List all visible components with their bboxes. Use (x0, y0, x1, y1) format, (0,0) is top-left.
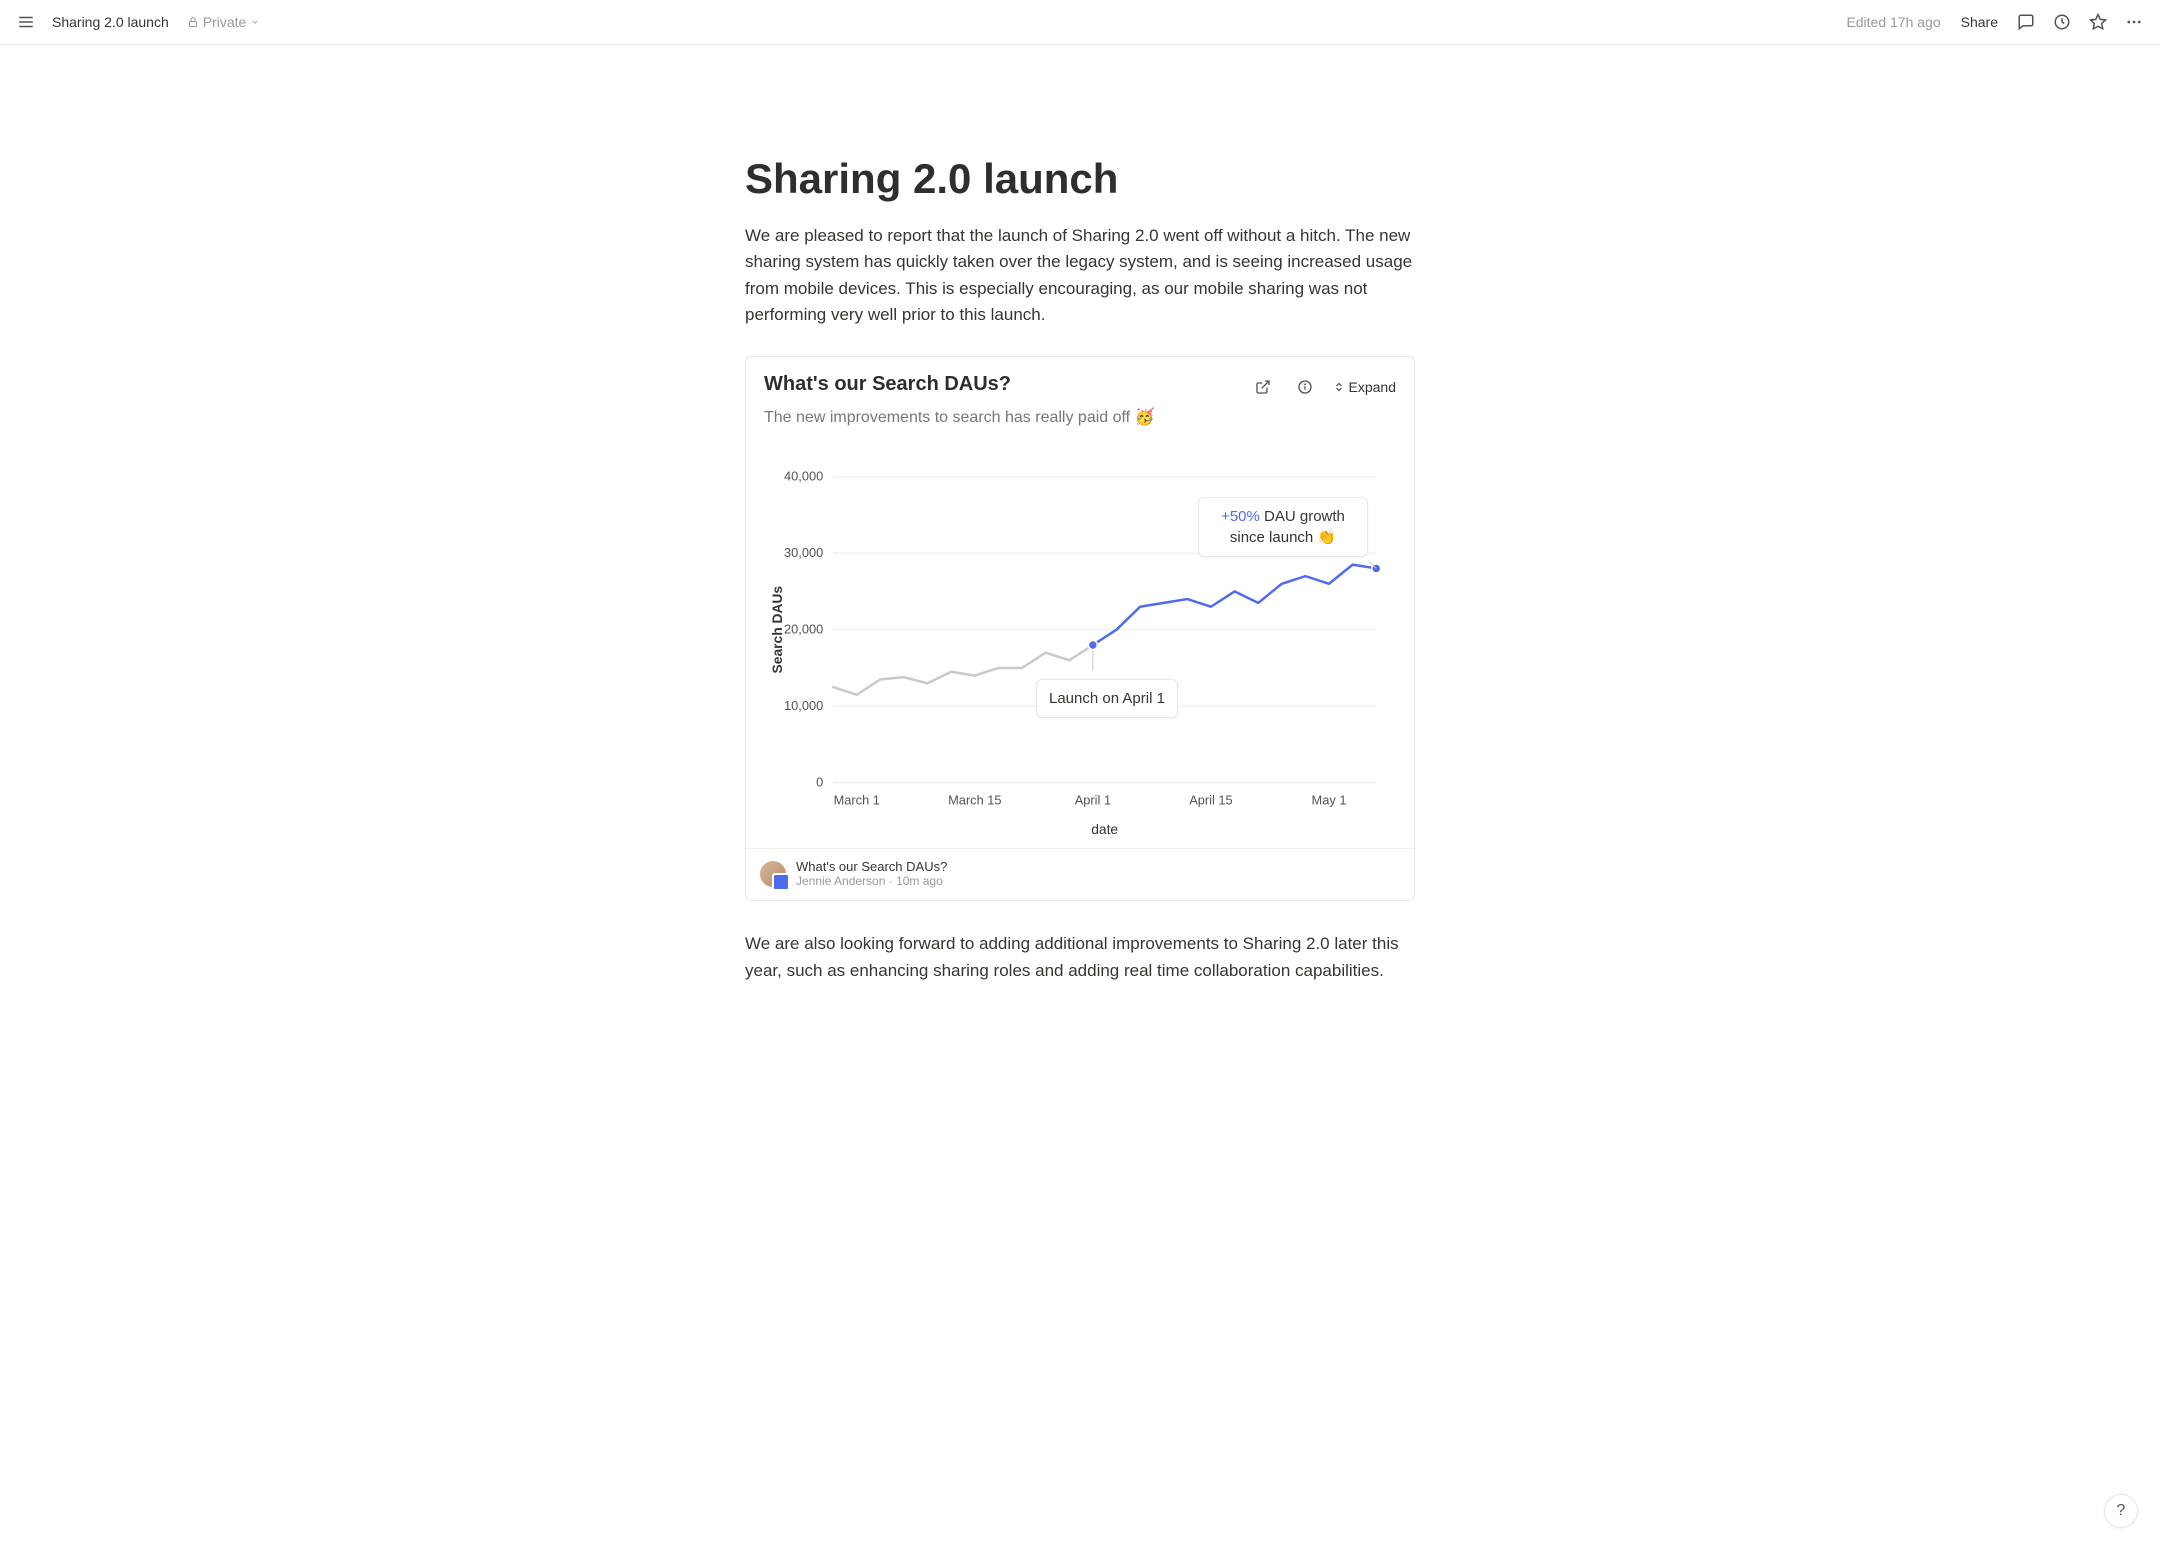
annotation-growth-pct: +50% (1221, 508, 1260, 525)
privacy-label: Private (203, 14, 247, 30)
svg-text:April 15: April 15 (1189, 793, 1233, 808)
svg-text:March 15: March 15 (948, 793, 1001, 808)
annotation-launch: Launch on April 1 (1036, 679, 1178, 718)
chart-footer-meta: Jennie Anderson · 10m ago (796, 874, 947, 888)
chart-title: What's our Search DAUs? (764, 373, 1011, 396)
topbar: Sharing 2.0 launch Private Edited 17h ag… (0, 0, 2160, 45)
expand-button[interactable]: Expand (1333, 379, 1396, 395)
svg-text:20,000: 20,000 (784, 622, 823, 637)
svg-text:10,000: 10,000 (784, 699, 823, 714)
chart-card: What's our Search DAUs? Expand The new i… (745, 356, 1415, 901)
chart-body: 0 10,000 20,000 30,000 40,000 March 1 March 15… (746, 427, 1414, 848)
more-icon[interactable] (2120, 8, 2148, 36)
outro-paragraph[interactable]: We are also looking forward to adding ad… (745, 931, 1415, 984)
svg-text:30,000: 30,000 (784, 545, 823, 560)
intro-paragraph[interactable]: We are pleased to report that the launch… (745, 223, 1415, 328)
chart-actions: Expand (1249, 373, 1396, 401)
chart-footer-title: What's our Search DAUs? (796, 859, 947, 874)
avatar[interactable] (760, 861, 786, 887)
svg-text:Search DAUs: Search DAUs (769, 586, 785, 674)
svg-text:40,000: 40,000 (784, 469, 823, 484)
annotation-growth: +50% DAU growth since launch 👏 (1198, 497, 1368, 557)
privacy-selector[interactable]: Private (181, 12, 267, 32)
expand-icon (1333, 381, 1345, 393)
share-button[interactable]: Share (1955, 10, 2004, 34)
svg-text:May 1: May 1 (1312, 793, 1347, 808)
open-external-icon[interactable] (1249, 373, 1277, 401)
breadcrumb[interactable]: Sharing 2.0 launch (48, 14, 173, 30)
expand-label: Expand (1349, 379, 1396, 395)
topbar-right: Edited 17h ago Share (1846, 8, 2148, 36)
svg-text:March 1: March 1 (834, 793, 880, 808)
help-button[interactable]: ? (2104, 1494, 2138, 1528)
chart-footer: What's our Search DAUs? Jennie Anderson … (746, 848, 1414, 900)
lock-icon (187, 16, 199, 28)
clock-icon[interactable] (2048, 8, 2076, 36)
chart-header: What's our Search DAUs? Expand (746, 357, 1414, 401)
chart-footer-texts: What's our Search DAUs? Jennie Anderson … (796, 859, 947, 888)
star-icon[interactable] (2084, 8, 2112, 36)
svg-text:0: 0 (816, 775, 823, 790)
topbar-left: Sharing 2.0 launch Private (12, 8, 266, 36)
edited-timestamp: Edited 17h ago (1846, 14, 1940, 30)
info-icon[interactable] (1291, 373, 1319, 401)
menu-icon[interactable] (12, 8, 40, 36)
chart-subtitle: The new improvements to search has reall… (746, 407, 1414, 427)
page-title[interactable]: Sharing 2.0 launch (745, 155, 1415, 203)
page-content: Sharing 2.0 launch We are pleased to rep… (725, 45, 1435, 1092)
svg-text:date: date (1091, 821, 1118, 837)
comments-icon[interactable] (2012, 8, 2040, 36)
svg-text:April 1: April 1 (1075, 793, 1111, 808)
chevron-down-icon (250, 17, 260, 27)
